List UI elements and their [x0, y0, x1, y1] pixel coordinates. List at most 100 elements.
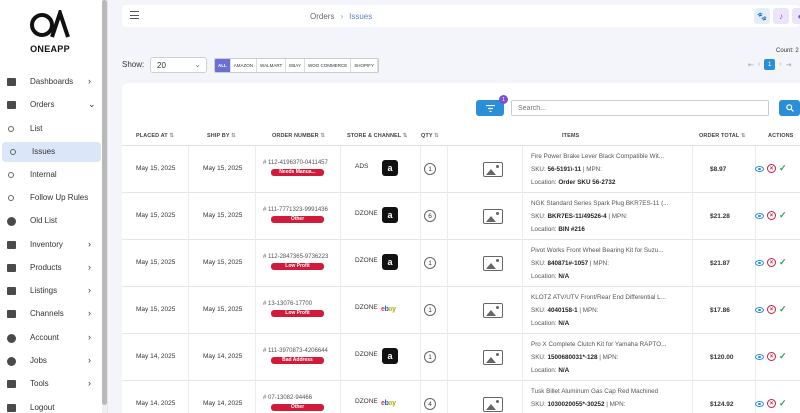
approve-icon[interactable]: ✓ [779, 257, 787, 268]
mpn-label: | MPN: [604, 401, 626, 408]
image-placeholder-icon[interactable] [483, 256, 503, 271]
item-title[interactable]: NGK Standard Series Spark Plug BKR7ES-11… [531, 200, 671, 207]
image-placeholder-icon[interactable] [483, 350, 503, 365]
sort-icon[interactable]: ⇅ [168, 133, 174, 139]
sidebar-item-list[interactable]: List [0, 119, 101, 139]
ship-by: May 14, 2025 [203, 400, 243, 407]
sort-icon[interactable]: ⇅ [739, 133, 746, 139]
column-header-label: ORDER TOTAL [699, 133, 740, 139]
cancel-icon[interactable]: × [767, 211, 776, 220]
cancel-icon[interactable]: × [767, 305, 776, 314]
menu-toggle-icon[interactable] [130, 11, 139, 19]
sidebar-item-account[interactable]: Account › [0, 328, 101, 348]
sidebar-item-inventory[interactable]: Inventory › [0, 235, 101, 255]
last-page-icon[interactable]: ⇥ [786, 61, 792, 69]
sidebar-scrollbar[interactable] [102, 0, 107, 413]
table-row[interactable]: May 15, 2025 May 15, 2025 # 13-13076-17700… [122, 287, 800, 334]
approve-icon[interactable]: ✓ [779, 398, 787, 409]
first-page-icon[interactable]: ⇤ [748, 61, 754, 69]
column-header-order-total[interactable]: ORDER TOTAL ⇅ [699, 133, 746, 139]
mpn-label: | MPN: [577, 307, 599, 314]
sidebar-item-tools[interactable]: Tools › [0, 374, 101, 394]
column-header-qty[interactable]: QTY ⇅ [421, 133, 439, 139]
order-number[interactable]: # 07-13082-94466 [263, 395, 312, 401]
sidebar-item-follow-up-rules[interactable]: Follow Up Rules [0, 188, 101, 208]
filter-woo-commerce[interactable]: WOO COMMERCE [305, 59, 352, 72]
sort-icon[interactable]: ⇅ [433, 133, 439, 139]
order-number[interactable]: # 13-13076-17700 [263, 301, 312, 307]
item-title[interactable]: KLOTZ ATV/UTV Front/Rear End Differentia… [531, 294, 671, 301]
view-icon[interactable] [755, 306, 764, 313]
view-icon[interactable] [755, 259, 764, 266]
prev-page-icon[interactable]: ‹ [758, 61, 760, 68]
order-number[interactable]: # 112-2847365-9736223 [263, 254, 328, 260]
column-header-store-channel[interactable]: STORE & CHANNEL ⇅ [347, 133, 408, 139]
view-icon[interactable] [755, 165, 764, 172]
cancel-icon[interactable]: × [767, 352, 776, 361]
sidebar-item-products[interactable]: Products › [0, 258, 101, 278]
order-total: $21.28 [710, 213, 730, 220]
sidebar-item-old-list[interactable]: Old List [0, 211, 101, 231]
sort-icon[interactable]: ⇅ [401, 133, 408, 139]
sidebar-item-jobs[interactable]: Jobs › [0, 351, 101, 371]
table-row[interactable]: May 15, 2025 May 15, 2025 # 112-2847365-97… [122, 240, 800, 287]
page-size-select[interactable]: 20 ⌄ [150, 57, 207, 73]
placed-at: May 14, 2025 [136, 400, 176, 407]
qty-value: 4 [424, 398, 436, 410]
filter-walmart[interactable]: WALMART [257, 59, 287, 72]
image-placeholder-icon[interactable] [483, 209, 503, 224]
view-icon[interactable] [755, 212, 764, 219]
order-number[interactable]: # 111-7771323-9991436 [263, 207, 328, 213]
breadcrumb-orders[interactable]: Orders [310, 12, 334, 21]
table-row[interactable]: May 14, 2025 May 14, 2025 # 07-13082-94466… [122, 381, 800, 413]
sidebar-item-dashboards[interactable]: Dashboards › [0, 72, 101, 92]
search-input[interactable] [511, 100, 769, 116]
image-placeholder-icon[interactable] [483, 162, 503, 177]
table-row[interactable]: May 15, 2025 May 15, 2025 # 112-4196370-04… [122, 146, 800, 193]
order-number[interactable]: # 112-4196370-0411457 [263, 160, 328, 166]
filter-amazon[interactable]: AMAZON [231, 59, 258, 72]
app-logo[interactable]: ONEAPP [26, 10, 74, 56]
order-number[interactable]: # 111-3970873-4206644 [263, 348, 328, 354]
filter-ebay[interactable]: EBAY [286, 59, 305, 72]
sidebar-item-internal[interactable]: Internal [0, 165, 101, 185]
filter-shopify[interactable]: SHOPIFY [351, 59, 378, 72]
item-title[interactable]: Tusk Billet Aluminum Gas Cap Red Machine… [531, 388, 671, 395]
column-divider [447, 287, 448, 334]
sort-icon[interactable]: ⇅ [319, 133, 325, 139]
sidebar-item-listings[interactable]: Listings › [0, 281, 101, 301]
view-icon[interactable] [755, 353, 764, 360]
table-row[interactable]: May 15, 2025 May 15, 2025 # 111-7771323-99… [122, 193, 800, 240]
image-placeholder-icon[interactable] [483, 303, 503, 318]
image-placeholder-icon[interactable] [483, 397, 503, 412]
user-icon-button[interactable]: ● [792, 8, 800, 24]
next-page-icon[interactable]: › [779, 61, 781, 68]
filter-all[interactable]: ALL [215, 59, 231, 72]
column-header-label: PLACED AT [136, 133, 168, 139]
cancel-icon[interactable]: × [767, 164, 776, 173]
column-header-ship-by[interactable]: SHIP BY ⇅ [207, 133, 236, 139]
search-button[interactable] [779, 100, 800, 116]
view-icon[interactable] [755, 400, 764, 407]
bell-icon-button[interactable]: ♪ [773, 8, 789, 24]
table-row[interactable]: May 14, 2025 May 14, 2025 # 111-3970873-42… [122, 334, 800, 381]
approve-icon[interactable]: ✓ [779, 351, 787, 362]
approve-icon[interactable]: ✓ [779, 163, 787, 174]
cancel-icon[interactable]: × [767, 258, 776, 267]
approve-icon[interactable]: ✓ [779, 210, 787, 221]
column-header-order-number[interactable]: ORDER NUMBER ⇅ [272, 133, 325, 139]
paw-icon-button[interactable]: 🐾 [754, 8, 770, 24]
sidebar-item-orders[interactable]: Orders ⌄ [0, 95, 101, 115]
item-title[interactable]: Pro X Complete Clutch Kit for Yamaha RAP… [531, 341, 671, 348]
cancel-icon[interactable]: × [767, 399, 776, 408]
sidebar-item-logout[interactable]: Logout [0, 398, 101, 413]
sidebar-item-issues[interactable]: Issues [2, 142, 101, 162]
sort-icon[interactable]: ⇅ [230, 133, 236, 139]
item-title[interactable]: Pivot Works Front Wheel Bearing Kit for … [531, 247, 671, 254]
item-title[interactable]: Fire Power Brake Lever Black Compatible … [531, 153, 671, 160]
scrollbar-thumb[interactable] [102, 0, 107, 405]
sidebar-item-channels[interactable]: Channels › [0, 304, 101, 324]
page-number[interactable]: 1 [764, 59, 776, 70]
column-header-placed-at[interactable]: PLACED AT ⇅ [136, 133, 174, 139]
approve-icon[interactable]: ✓ [779, 304, 787, 315]
